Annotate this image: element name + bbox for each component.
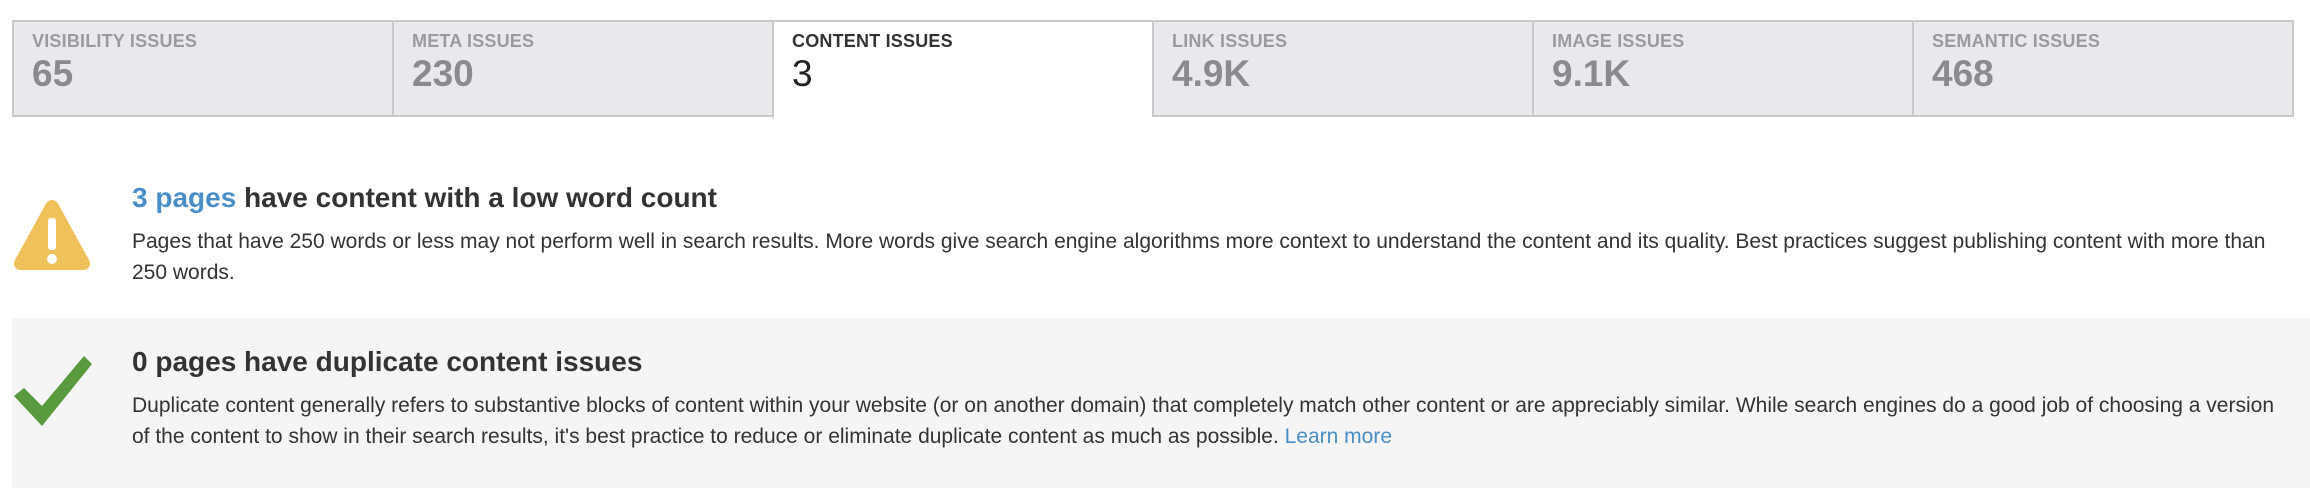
issue-title: 3 pages have content with a low word cou…: [132, 180, 2290, 216]
issue-description: Duplicate content generally refers to su…: [132, 390, 2290, 452]
tab-link-issues[interactable]: LINK ISSUES 4.9K: [1152, 20, 1532, 117]
tab-count: 4.9K: [1172, 53, 1251, 94]
tab-label: VISIBILITY ISSUES: [32, 31, 198, 51]
warning-triangle-icon: [14, 200, 90, 270]
tab-label: IMAGE ISSUES: [1552, 31, 1685, 51]
tab-count: 9.1K: [1552, 53, 1631, 94]
tab-count: 65: [32, 53, 74, 94]
tab-meta-issues[interactable]: META ISSUES 230: [392, 20, 772, 117]
tab-label: CONTENT ISSUES: [792, 31, 953, 51]
issue-tabs: VISIBILITY ISSUES 65 META ISSUES 230 CON…: [12, 20, 2294, 119]
issue-body: 3 pages have content with a low word cou…: [132, 180, 2290, 288]
issue-description: Pages that have 250 words or less may no…: [132, 230, 2266, 284]
tab-count: 3: [792, 53, 813, 94]
issue-body: 0 pages have duplicate content issues Du…: [132, 344, 2290, 452]
tab-label: META ISSUES: [412, 31, 535, 51]
tab-label: LINK ISSUES: [1172, 31, 1288, 51]
affected-pages-link[interactable]: 3 pages: [132, 182, 236, 213]
tab-content-issues[interactable]: CONTENT ISSUES 3: [772, 20, 1152, 119]
issue-duplicate-content: 0 pages have duplicate content issues Du…: [12, 318, 2310, 488]
tab-image-issues[interactable]: IMAGE ISSUES 9.1K: [1532, 20, 1912, 117]
tab-label: SEMANTIC ISSUES: [1932, 31, 2101, 51]
checkmark-icon: [14, 356, 92, 426]
issue-title: 0 pages have duplicate content issues: [132, 346, 643, 377]
issue-description-text: Duplicate content generally refers to su…: [132, 394, 2274, 448]
tab-count: 468: [1932, 53, 1994, 94]
tab-semantic-issues[interactable]: SEMANTIC ISSUES 468: [1912, 20, 2294, 117]
tab-count: 230: [412, 53, 474, 94]
tab-visibility-issues[interactable]: VISIBILITY ISSUES 65: [12, 20, 392, 117]
issue-low-word-count: 3 pages have content with a low word cou…: [12, 162, 2310, 316]
issue-title-text: have content with a low word count: [244, 182, 717, 213]
learn-more-link[interactable]: Learn more: [1285, 425, 1392, 448]
